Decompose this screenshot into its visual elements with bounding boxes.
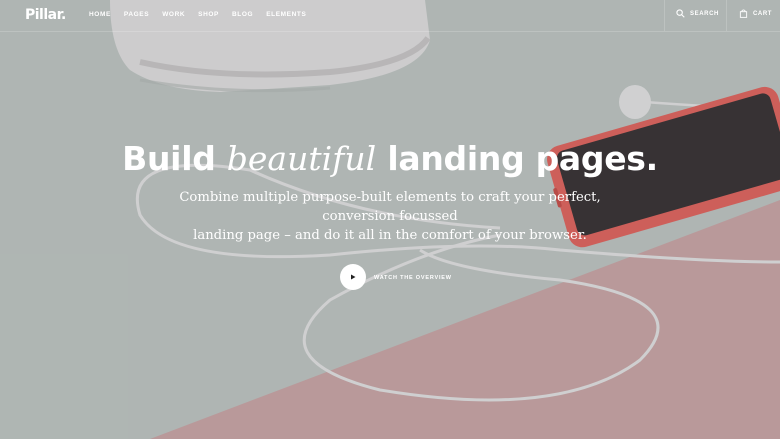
cart-label: CART [753, 10, 773, 17]
nav-item-work[interactable]: WORK [162, 11, 185, 18]
search-label: SEARCH [690, 10, 719, 17]
hero-headline: Build beautiful landing pages. [0, 139, 780, 178]
headline-part-beautiful: beautiful [226, 139, 377, 178]
hero-subtext-line-2: landing page – and do it all in the comf… [193, 228, 587, 243]
headline-part-build: Build [122, 139, 216, 178]
main-nav: HOME PAGES WORK SHOP BLOG ELEMENTS [89, 11, 319, 18]
nav-item-pages[interactable]: PAGES [124, 11, 149, 18]
top-navigation-bar: Pillar. HOME PAGES WORK SHOP BLOG ELEMEN… [0, 0, 780, 32]
nav-divider-cart [726, 0, 727, 31]
hero-subtext-line-1: Combine multiple purpose-built elements … [179, 190, 601, 224]
brand-logo[interactable]: Pillar. [25, 7, 66, 23]
shopping-bag-icon [739, 9, 748, 18]
cart-button[interactable]: CART [739, 9, 772, 18]
play-icon [351, 274, 356, 280]
hero-subtext: Combine multiple purpose-built elements … [150, 188, 630, 245]
watch-overview-link[interactable]: WATCH THE OVERVIEW [374, 275, 452, 281]
nav-item-blog[interactable]: BLOG [232, 11, 253, 18]
play-video-button[interactable] [340, 264, 366, 290]
search-button[interactable]: SEARCH [676, 9, 719, 18]
nav-divider-search [664, 0, 665, 31]
search-icon [676, 9, 685, 18]
nav-item-elements[interactable]: ELEMENTS [266, 11, 306, 18]
headline-part-landing-pages: landing pages. [387, 139, 658, 178]
nav-item-shop[interactable]: SHOP [198, 11, 219, 18]
nav-item-home[interactable]: HOME [89, 11, 111, 18]
